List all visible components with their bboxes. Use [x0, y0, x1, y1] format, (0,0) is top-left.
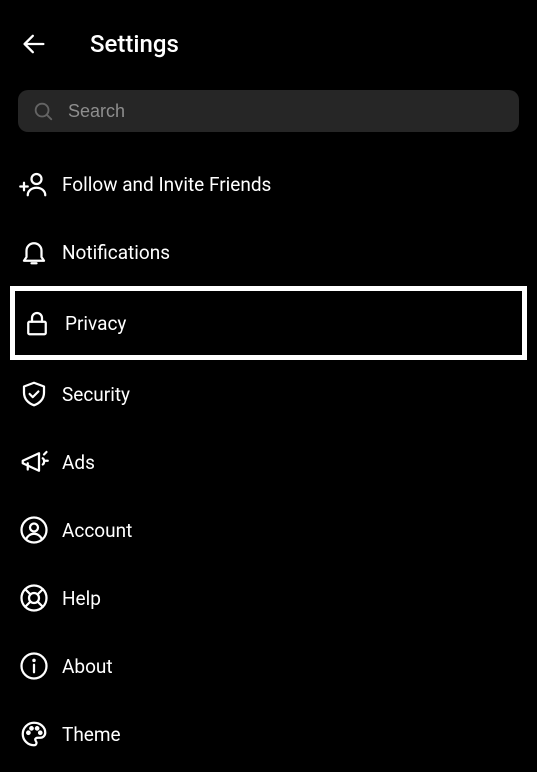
info-icon: [18, 650, 50, 682]
search-bar[interactable]: [18, 90, 519, 132]
item-label: Notifications: [62, 241, 170, 264]
back-arrow-icon: [20, 30, 48, 58]
item-label: Theme: [62, 723, 121, 746]
follow-invite-button[interactable]: Follow and Invite Friends: [10, 150, 527, 218]
help-button[interactable]: Help: [10, 564, 527, 632]
item-label: About: [62, 655, 113, 678]
list-item-account: Account: [10, 496, 527, 564]
list-item-ads: Ads: [10, 428, 527, 496]
theme-button[interactable]: Theme: [10, 700, 527, 768]
header: Settings: [0, 0, 537, 78]
list-item-privacy: Privacy: [10, 286, 527, 360]
shield-check-icon: [18, 378, 50, 410]
account-button[interactable]: Account: [10, 496, 527, 564]
back-button[interactable]: [18, 28, 50, 60]
palette-icon: [18, 718, 50, 750]
privacy-button[interactable]: Privacy: [17, 293, 520, 353]
about-button[interactable]: About: [10, 632, 527, 700]
list-item-security: Security: [10, 360, 527, 428]
search-input[interactable]: [68, 101, 505, 122]
settings-list: Follow and Invite Friends Notifications …: [0, 146, 537, 772]
list-item-notifications: Notifications: [10, 218, 527, 286]
bell-icon: [18, 236, 50, 268]
item-label: Account: [62, 519, 132, 542]
follow-invite-icon: [18, 168, 50, 200]
list-item-theme: Theme: [10, 700, 527, 768]
search-icon: [32, 100, 54, 122]
help-lifebuoy-icon: [18, 582, 50, 614]
notifications-button[interactable]: Notifications: [10, 218, 527, 286]
security-button[interactable]: Security: [10, 360, 527, 428]
list-item-about: About: [10, 632, 527, 700]
megaphone-icon: [18, 446, 50, 478]
list-item-follow-invite: Follow and Invite Friends: [10, 150, 527, 218]
item-label: Security: [62, 383, 130, 406]
item-label: Privacy: [65, 312, 126, 335]
account-circle-icon: [18, 514, 50, 546]
lock-icon: [21, 307, 53, 339]
item-label: Follow and Invite Friends: [62, 173, 271, 196]
item-label: Help: [62, 587, 101, 610]
list-item-help: Help: [10, 564, 527, 632]
search-container: [0, 78, 537, 146]
item-label: Ads: [62, 451, 95, 474]
ads-button[interactable]: Ads: [10, 428, 527, 496]
page-title: Settings: [90, 30, 179, 58]
